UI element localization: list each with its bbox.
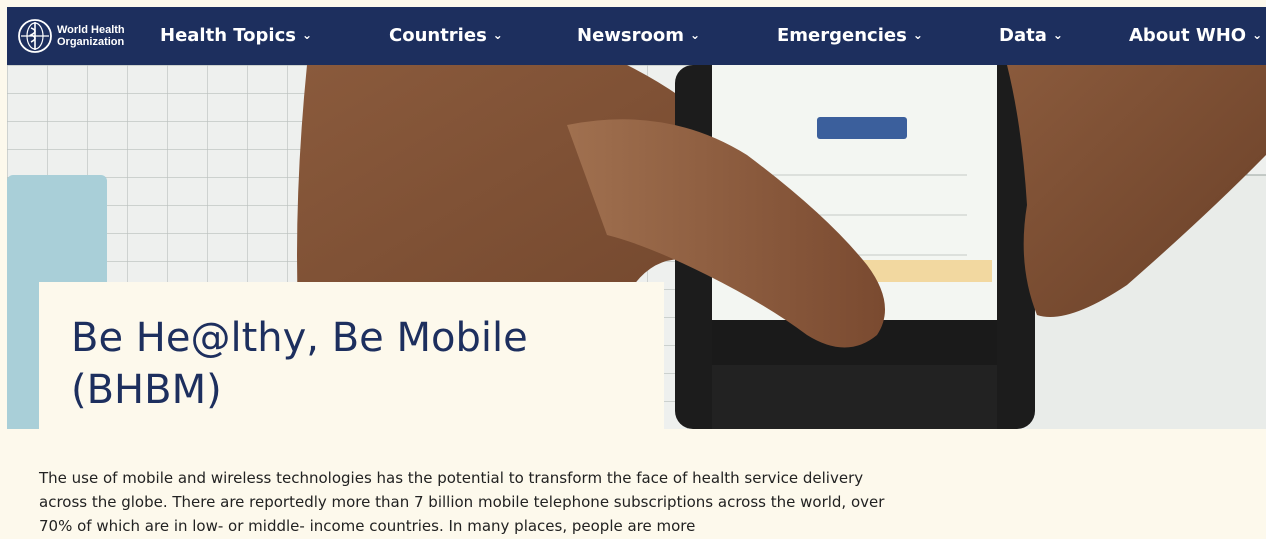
nav-label: Countries (389, 25, 487, 46)
nav-emergencies[interactable]: Emergencies ⌄ (777, 25, 923, 46)
logo-line-2: Organization (57, 36, 125, 48)
chevron-down-icon: ⌄ (912, 28, 923, 42)
nav-about-who[interactable]: About WHO ⌄ (1129, 25, 1262, 46)
nav-label: Newsroom (577, 25, 684, 46)
chevron-down-icon: ⌄ (492, 28, 503, 42)
nav-health-topics[interactable]: Health Topics ⌄ (160, 25, 312, 46)
logo-wordmark: World Health Organization (57, 24, 125, 48)
chevron-down-icon: ⌄ (689, 28, 701, 42)
nav-label: Data (999, 25, 1047, 46)
top-navigation-bar: World Health Organization Health Topics ⌄… (7, 7, 1266, 65)
nav-label: Health Topics (160, 25, 296, 46)
nav-countries[interactable]: Countries ⌄ (389, 25, 503, 46)
intro-paragraph: The use of mobile and wireless technolog… (39, 469, 885, 535)
nav-label: About WHO (1129, 25, 1247, 46)
chevron-down-icon: ⌄ (1252, 28, 1263, 42)
nav-data[interactable]: Data ⌄ (999, 25, 1063, 46)
who-emblem-icon (18, 19, 52, 53)
nav-label: Emergencies (777, 25, 907, 46)
chevron-down-icon: ⌄ (301, 28, 313, 42)
who-logo[interactable]: World Health Organization (17, 18, 125, 54)
page-title: Be He@lthy, Be Mobile (BHBM) (71, 315, 528, 413)
nav-newsroom[interactable]: Newsroom ⌄ (577, 25, 700, 46)
logo-line-1: World Health (57, 24, 125, 36)
page-title-card: Be He@lthy, Be Mobile (BHBM) (39, 282, 664, 432)
chevron-down-icon: ⌄ (1052, 28, 1063, 42)
